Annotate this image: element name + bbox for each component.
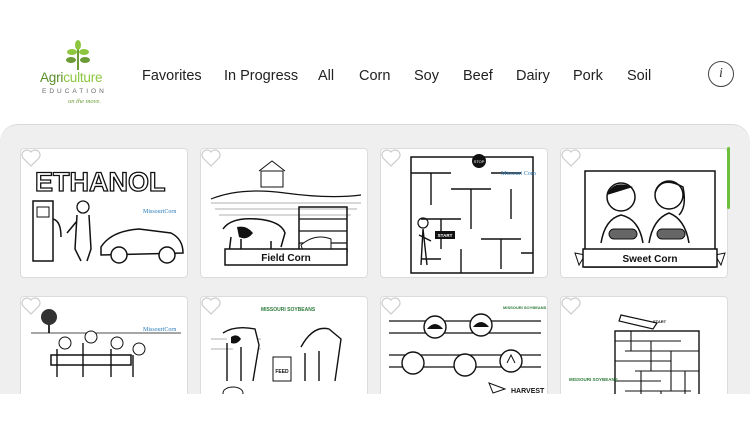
info-button[interactable]: i: [708, 61, 734, 87]
feed-label: FEED: [275, 369, 289, 375]
logo-wordmark: Agriculture: [40, 70, 103, 85]
favorite-heart-icon[interactable]: [21, 297, 41, 315]
favorite-heart-icon[interactable]: [561, 297, 581, 315]
nav-corn[interactable]: Corn: [359, 68, 390, 84]
favorite-heart-icon[interactable]: [381, 297, 401, 315]
app-header: Agriculture EDUCATION on the move. Favor…: [0, 0, 750, 125]
field-corn-illustration: Field Corn: [210, 160, 362, 266]
favorite-heart-icon[interactable]: [201, 297, 221, 315]
maze-illustration: STOP START Missouri Corn: [410, 154, 536, 274]
bottom-bar: [0, 394, 750, 422]
scrollbar-thumb[interactable]: [727, 147, 730, 209]
coloring-card-field-corn[interactable]: Field Corn: [200, 148, 368, 278]
agriculture-education-logo[interactable]: Agriculture EDUCATION on the move.: [38, 40, 116, 110]
coloring-pages-panel: ETHANOL MissouriCorn Field Corn STOP STA…: [0, 124, 750, 397]
maze-start-label: START: [438, 233, 453, 238]
card-logo-text: MISSOURI SOYBEANS: [503, 305, 547, 310]
sprout-icon: [66, 40, 90, 70]
logo-subtitle: EDUCATION: [42, 88, 107, 95]
card-logo-text: MissouriCorn: [143, 209, 176, 215]
coloring-card-family-dinner[interactable]: MissouriCorn: [20, 296, 188, 397]
maze-start-label: START: [653, 319, 667, 324]
card-logo-text: MissouriCorn: [143, 327, 176, 333]
nav-pork[interactable]: Pork: [573, 68, 603, 84]
nav-favorites[interactable]: Favorites: [142, 68, 202, 84]
soybean-maze-illustration: START MISSOURI SOYBEANS: [569, 314, 700, 397]
coloring-card-soybean-maze[interactable]: START MISSOURI SOYBEANS: [560, 296, 728, 397]
coloring-card-corn-maze[interactable]: STOP START Missouri Corn: [380, 148, 548, 278]
nav-soil[interactable]: Soil: [627, 68, 651, 84]
favorite-heart-icon[interactable]: [21, 149, 41, 167]
family-dinner-illustration: MissouriCorn: [31, 309, 181, 377]
card-logo-text: Missouri Corn: [501, 171, 536, 177]
coloring-card-farm-animals[interactable]: MISSOURI SOYBEANS FEED: [200, 296, 368, 397]
nav-beef[interactable]: Beef: [463, 68, 493, 84]
coloring-card-ethanol[interactable]: ETHANOL MissouriCorn: [20, 148, 188, 278]
coloring-card-soybean-growth[interactable]: MISSOURI SOYBEANS HARVEST: [380, 296, 548, 397]
card-title: Sweet Corn: [622, 254, 677, 265]
card-title: ETHANOL: [35, 167, 166, 197]
favorite-heart-icon[interactable]: [561, 149, 581, 167]
sweet-corn-illustration: Sweet Corn: [574, 170, 726, 268]
soybean-growth-illustration: MISSOURI SOYBEANS HARVEST: [389, 305, 547, 395]
coloring-card-sweet-corn[interactable]: Sweet Corn: [560, 148, 728, 278]
card-logo-text: MISSOURI SOYBEANS: [261, 307, 316, 313]
card-logo-text: MISSOURI SOYBEANS: [569, 377, 618, 382]
farm-animals-illustration: MISSOURI SOYBEANS FEED: [211, 307, 342, 397]
nav-in-progress[interactable]: In Progress: [224, 68, 298, 84]
ethanol-illustration: ETHANOL MissouriCorn: [32, 166, 184, 264]
favorite-heart-icon[interactable]: [381, 149, 401, 167]
maze-stop-label: STOP: [474, 159, 485, 164]
nav-dairy[interactable]: Dairy: [516, 68, 550, 84]
favorite-heart-icon[interactable]: [201, 149, 221, 167]
card-title: Field Corn: [261, 253, 310, 264]
logo-tagline: on the move.: [68, 98, 102, 105]
nav-soy[interactable]: Soy: [414, 68, 439, 84]
nav-all[interactable]: All: [318, 68, 334, 84]
